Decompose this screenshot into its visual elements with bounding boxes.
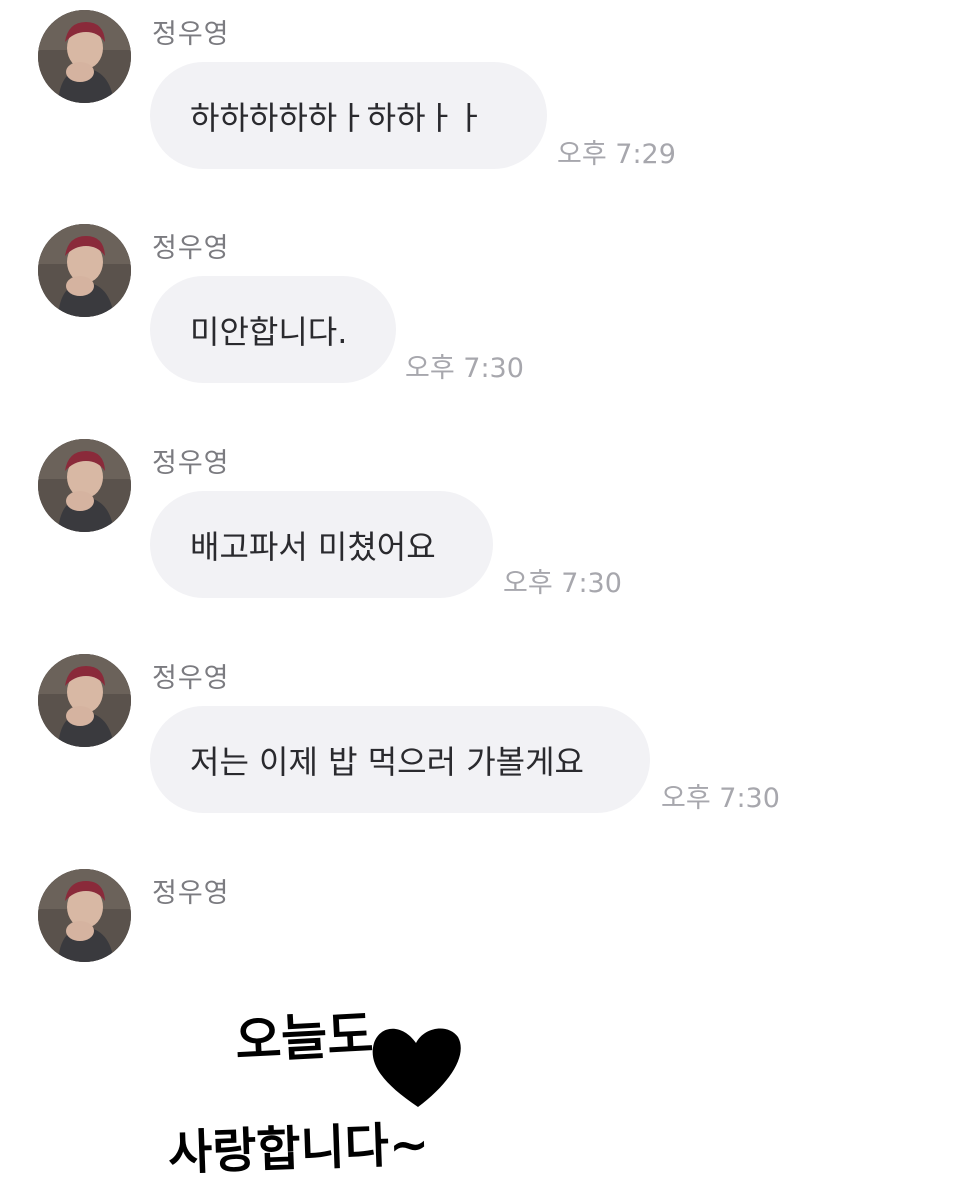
sticker-text-line1: 오늘도 xyxy=(234,1005,375,1070)
sticker-text-line2: 사랑합니다~ xyxy=(167,1117,430,1182)
profile-photo-icon xyxy=(38,654,131,747)
avatar[interactable] xyxy=(38,224,131,317)
avatar[interactable] xyxy=(38,439,131,532)
sender-name: 정우영 xyxy=(152,448,230,479)
sender-name: 정우영 xyxy=(152,233,230,264)
avatar[interactable] xyxy=(38,10,131,103)
message-bubble[interactable]: 배고파서 미쳤어요 xyxy=(150,491,493,598)
sender-name: 정우영 xyxy=(152,19,230,50)
heart-icon xyxy=(372,1028,461,1107)
profile-photo-icon xyxy=(38,869,131,962)
profile-photo-icon xyxy=(38,439,131,532)
message-timestamp: 오후 7:30 xyxy=(661,783,780,814)
avatar[interactable] xyxy=(38,869,131,962)
message-timestamp: 오후 7:29 xyxy=(557,139,676,170)
sender-name: 정우영 xyxy=(152,663,230,694)
handwritten-sticker[interactable]: 오늘도 사랑합니다~ xyxy=(150,985,480,1190)
profile-photo-icon xyxy=(38,224,131,317)
sender-name: 정우영 xyxy=(152,878,230,909)
avatar[interactable] xyxy=(38,654,131,747)
message-timestamp: 오후 7:30 xyxy=(503,568,622,599)
profile-photo-icon xyxy=(38,10,131,103)
sticker-image: 오늘도 사랑합니다~ xyxy=(167,1005,461,1182)
message-timestamp: 오후 7:30 xyxy=(405,353,524,384)
message-bubble[interactable]: 저는 이제 밥 먹으러 가볼게요 xyxy=(150,706,650,813)
message-bubble[interactable]: 미안합니다. xyxy=(150,276,396,383)
message-bubble[interactable]: 하하하하하ㅏ하하ㅏㅏ xyxy=(150,62,547,169)
